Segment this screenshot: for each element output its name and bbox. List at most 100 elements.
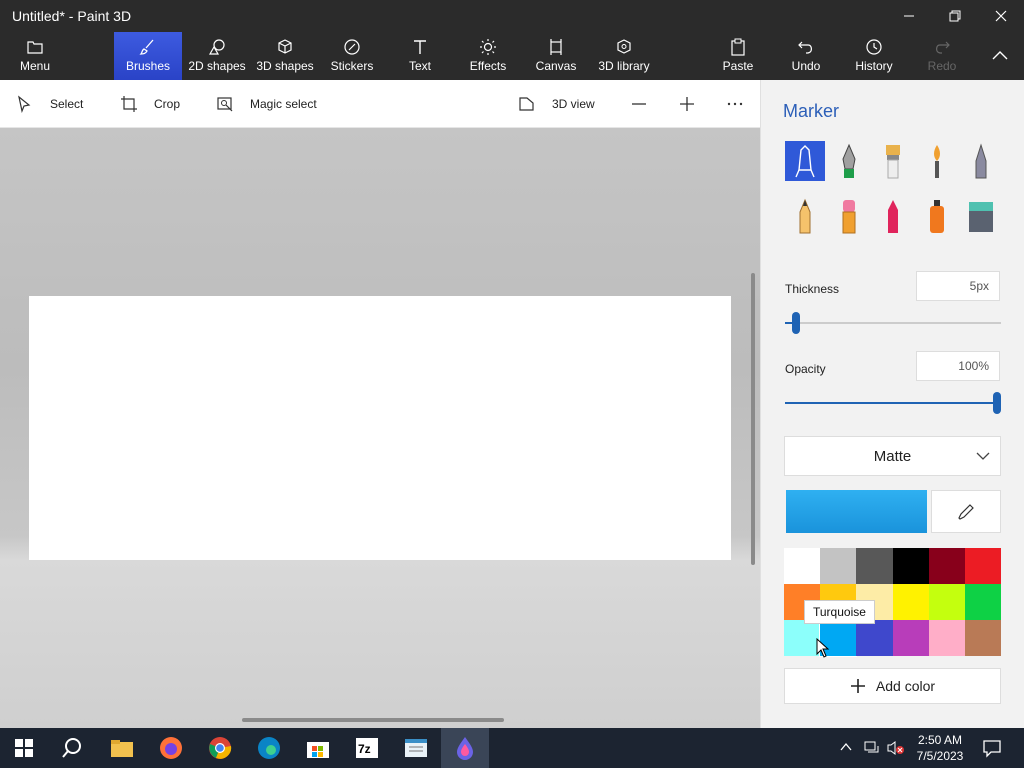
- collapse-ribbon-button[interactable]: [980, 32, 1020, 80]
- palette-swatch[interactable]: [856, 548, 893, 584]
- text-icon: [414, 40, 426, 54]
- paint3d-taskbar-button[interactable]: [441, 728, 489, 768]
- crop-icon: [121, 96, 137, 112]
- calligraphy-pen-brush[interactable]: [829, 141, 869, 181]
- magic-select-icon: [217, 97, 233, 112]
- tab-canvas[interactable]: Canvas: [534, 32, 578, 80]
- file-explorer-button[interactable]: [98, 728, 146, 768]
- notepad-button[interactable]: [392, 728, 440, 768]
- palette-swatch[interactable]: [892, 620, 929, 656]
- search-button[interactable]: [48, 728, 96, 768]
- chrome-button[interactable]: [196, 728, 244, 768]
- restore-button[interactable]: [932, 0, 978, 32]
- spray-can-brush[interactable]: [917, 196, 957, 236]
- horizontal-scrollbar[interactable]: [242, 718, 504, 722]
- palette-swatch[interactable]: [856, 620, 893, 656]
- vertical-scrollbar[interactable]: [751, 273, 755, 565]
- minimize-button[interactable]: [886, 0, 932, 32]
- palette-swatch[interactable]: [784, 548, 821, 584]
- volume-muted-icon[interactable]: [886, 740, 906, 756]
- crayon-brush[interactable]: [873, 196, 913, 236]
- start-button[interactable]: [0, 728, 48, 768]
- fill-brush[interactable]: [961, 196, 1001, 236]
- menu-button[interactable]: Menu: [8, 32, 62, 80]
- finish-dropdown[interactable]: Matte: [784, 436, 1001, 476]
- redo-button[interactable]: Redo: [922, 32, 962, 80]
- palette-swatch[interactable]: [892, 584, 929, 620]
- taskbar: 7z 2:50 AM 7/5/2023: [0, 728, 1024, 768]
- thickness-input[interactable]: 5px: [916, 271, 1000, 301]
- firefox-button[interactable]: [147, 728, 195, 768]
- tab-brushes[interactable]: Brushes: [114, 32, 182, 80]
- chrome-icon: [209, 737, 232, 759]
- crayon-icon: [888, 200, 898, 233]
- select-label: Select: [50, 97, 84, 111]
- undo-button[interactable]: Undo: [786, 32, 826, 80]
- undo-icon: [798, 41, 812, 54]
- redo-label: Redo: [927, 59, 957, 73]
- chevron-up-icon[interactable]: [840, 742, 852, 752]
- 7zip-button[interactable]: 7z: [343, 728, 391, 768]
- magic-select-button[interactable]: Magic select: [216, 80, 317, 128]
- watercolor-brush[interactable]: [917, 141, 957, 181]
- tab-effects[interactable]: Effects: [466, 32, 510, 80]
- color-tooltip: Turquoise: [804, 600, 875, 624]
- more-options-button[interactable]: [726, 80, 744, 128]
- select-tool-button[interactable]: Select: [16, 80, 83, 128]
- history-icon: [866, 39, 882, 55]
- paint3d-icon: [457, 737, 473, 760]
- thickness-slider-thumb[interactable]: [791, 312, 800, 334]
- tab-stickers[interactable]: Stickers: [328, 32, 376, 80]
- palette-swatch[interactable]: [820, 548, 857, 584]
- zoom-in-button[interactable]: [678, 80, 696, 128]
- current-color-swatch[interactable]: [786, 490, 927, 533]
- zoom-out-button[interactable]: [630, 80, 648, 128]
- palette-swatch[interactable]: [964, 584, 1001, 620]
- system-clock[interactable]: 2:50 AM 7/5/2023: [912, 732, 968, 764]
- tab-3d-library[interactable]: 3D library: [596, 32, 652, 80]
- opacity-slider-thumb[interactable]: [993, 392, 1001, 414]
- close-button[interactable]: [978, 0, 1024, 32]
- plus-icon: [680, 97, 694, 111]
- tab-3d-shapes[interactable]: 3D shapes: [255, 32, 315, 80]
- tab-label: Effects: [469, 59, 507, 73]
- microsoft-store-button[interactable]: [294, 728, 342, 768]
- opacity-input[interactable]: 100%: [916, 351, 1000, 381]
- palette-swatch[interactable]: [928, 620, 965, 656]
- oil-brush[interactable]: [873, 141, 913, 181]
- eyedropper-button[interactable]: [931, 490, 1001, 533]
- palette-swatch[interactable]: [784, 620, 821, 656]
- network-icon[interactable]: [864, 740, 882, 756]
- add-color-button[interactable]: Add color: [784, 668, 1001, 704]
- eraser-brush[interactable]: [829, 196, 869, 236]
- tab-2d-shapes[interactable]: 2D shapes: [188, 32, 246, 80]
- pencil-brush[interactable]: [785, 196, 825, 236]
- palette-swatch[interactable]: [964, 620, 1001, 656]
- tab-text[interactable]: Text: [402, 32, 438, 80]
- eraser-icon: [842, 200, 856, 234]
- drawing-canvas[interactable]: [29, 296, 731, 560]
- notification-icon[interactable]: [982, 738, 1002, 758]
- close-icon: [995, 10, 1007, 22]
- thickness-track[interactable]: [785, 322, 1001, 324]
- pixel-pen-brush[interactable]: [961, 141, 1001, 181]
- opacity-track[interactable]: [785, 402, 1001, 404]
- brush-panel: Marker Thickness 5px Opacity 100% Matte …: [760, 80, 1024, 728]
- palette-swatch[interactable]: [928, 548, 965, 584]
- palette-swatch[interactable]: [892, 548, 929, 584]
- marker-brush[interactable]: [785, 141, 825, 181]
- paste-button[interactable]: Paste: [718, 32, 758, 80]
- history-button[interactable]: History: [852, 32, 896, 80]
- tab-label: Brushes: [125, 59, 171, 73]
- canvas-icon: [550, 39, 562, 55]
- crop-tool-button[interactable]: Crop: [120, 80, 180, 128]
- palette-swatch[interactable]: [964, 548, 1001, 584]
- notepad-icon: [405, 739, 427, 757]
- mouse-cursor-icon: [816, 638, 830, 658]
- clock-date: 7/5/2023: [916, 749, 964, 763]
- edge-button[interactable]: [245, 728, 293, 768]
- workspace[interactable]: [0, 128, 760, 728]
- tab-label: Canvas: [535, 59, 577, 73]
- palette-swatch[interactable]: [928, 584, 965, 620]
- 3d-view-button[interactable]: 3D view: [518, 80, 595, 128]
